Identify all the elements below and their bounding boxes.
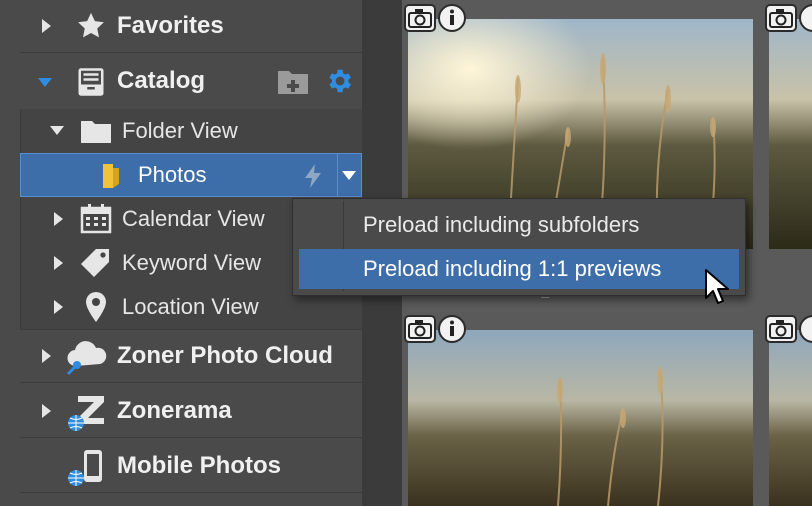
divider <box>337 154 338 196</box>
calendar-icon <box>80 204 112 234</box>
expand-arrow-icon[interactable] <box>42 349 51 363</box>
collapse-arrow-icon[interactable] <box>50 126 64 135</box>
nav-section-zoner-photo-cloud[interactable]: Zoner Photo Cloud <box>0 330 362 382</box>
divider <box>20 52 362 53</box>
photo-thumbnail[interactable] <box>769 19 812 249</box>
grass-photo <box>408 330 753 506</box>
context-menu: Preload including subfolders Preload inc… <box>292 198 746 296</box>
grass-photo <box>769 330 812 506</box>
collapse-arrow-icon[interactable] <box>38 78 52 87</box>
folder-view-label: Folder View <box>122 118 238 143</box>
catalog-icon <box>78 68 104 96</box>
folder-icon <box>81 121 111 143</box>
tree-item-folder-view[interactable]: Folder View <box>0 109 362 153</box>
folder-icon <box>103 164 119 188</box>
divider <box>20 492 362 493</box>
camera-icon[interactable] <box>765 315 797 343</box>
tag-icon <box>81 249 109 277</box>
menu-item-label: Preload including 1:1 previews <box>363 256 662 281</box>
expand-arrow-icon[interactable] <box>54 256 63 270</box>
photo-thumbnail[interactable] <box>408 330 753 506</box>
camera-icon[interactable] <box>765 4 797 32</box>
chevron-down-icon[interactable] <box>342 171 356 180</box>
expand-arrow-icon[interactable] <box>54 212 63 226</box>
lightning-icon[interactable] <box>302 163 324 189</box>
location-pin-icon <box>86 292 106 322</box>
calendar-view-label: Calendar View <box>122 206 265 231</box>
favorites-label: Favorites <box>117 12 224 39</box>
info-icon[interactable] <box>438 4 466 32</box>
keyword-view-label: Keyword View <box>122 250 261 275</box>
zonerama-icon <box>68 396 104 431</box>
folder-plus-icon[interactable] <box>277 67 309 95</box>
zonerama-label: Zonerama <box>117 397 232 424</box>
info-icon[interactable] <box>438 315 466 343</box>
nav-section-favorites[interactable]: Favorites <box>0 0 362 52</box>
nav-section-zonerama[interactable]: Zonerama <box>0 385 362 437</box>
tree-item-photos[interactable]: Photos <box>20 153 362 197</box>
nav-section-mobile-photos[interactable]: Mobile Photos <box>0 440 362 492</box>
gear-icon[interactable] <box>324 66 354 96</box>
nav-section-catalog[interactable]: Catalog <box>0 55 362 107</box>
expand-arrow-icon[interactable] <box>42 19 51 33</box>
catalog-label: Catalog <box>117 67 206 94</box>
expand-arrow-icon[interactable] <box>54 300 63 314</box>
divider <box>20 437 362 438</box>
menu-item-preload-subfolders[interactable]: Preload including subfolders <box>299 205 739 245</box>
grass-photo <box>769 19 812 249</box>
camera-icon[interactable] <box>404 4 436 32</box>
mouse-cursor-icon <box>705 269 729 304</box>
menu-item-label: Preload including subfolders <box>363 212 640 237</box>
zoner-photo-cloud-label: Zoner Photo Cloud <box>117 342 333 369</box>
mobile-icon <box>68 450 102 486</box>
mobile-photos-label: Mobile Photos <box>117 452 281 479</box>
star-icon <box>78 12 104 38</box>
expand-arrow-icon[interactable] <box>42 404 51 418</box>
cloud-icon <box>66 341 107 376</box>
location-view-label: Location View <box>122 294 259 319</box>
photo-thumbnail[interactable] <box>769 330 812 506</box>
camera-icon[interactable] <box>404 315 436 343</box>
divider <box>20 382 362 383</box>
menu-item-preload-1-1-previews[interactable]: Preload including 1:1 previews <box>299 249 739 289</box>
photos-label: Photos <box>138 162 207 187</box>
